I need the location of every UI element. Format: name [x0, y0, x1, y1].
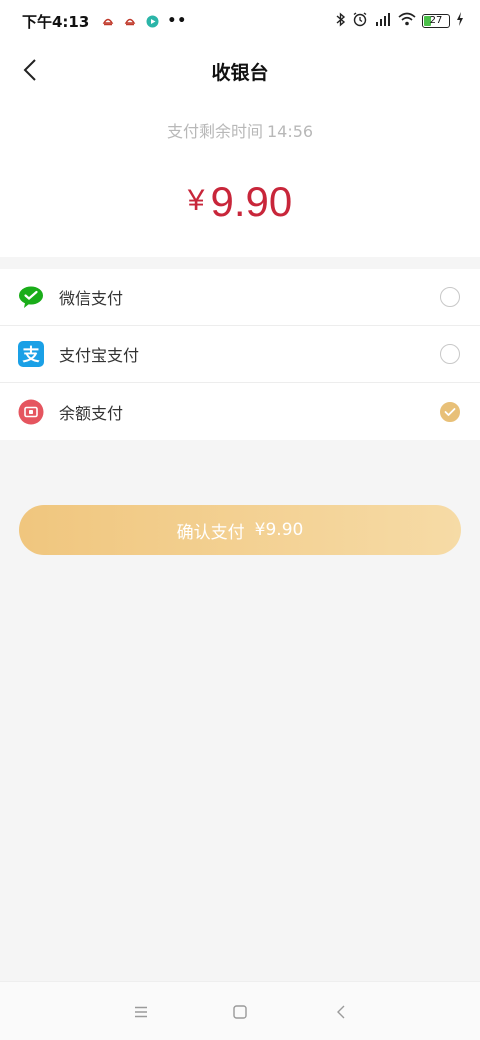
status-time: 下午4:13: [22, 12, 90, 31]
countdown-label: 支付剩余时间: [166, 122, 263, 141]
bluetooth-icon: [336, 11, 346, 31]
alipay-icon: 支: [18, 341, 44, 367]
play-icon: [145, 14, 159, 28]
balance-icon: [18, 399, 44, 425]
back-nav-button[interactable]: [329, 1000, 353, 1024]
wechat-pay-icon: [18, 284, 44, 310]
charging-icon: [456, 12, 464, 30]
more-notifications: ••: [167, 13, 188, 29]
header: 收银台: [0, 42, 480, 100]
method-balance-pay[interactable]: 余额支付: [0, 383, 480, 440]
amount-section: 支付剩余时间 14:56 ¥9.90: [0, 100, 480, 257]
payment-amount: ¥9.90: [0, 178, 480, 226]
method-label: 支付宝支付: [59, 346, 140, 365]
page-title: 收银台: [211, 62, 269, 84]
back-triangle-icon: [337, 1005, 345, 1019]
method-alipay[interactable]: 支 支付宝支付: [0, 326, 480, 383]
home-button[interactable]: [228, 1000, 252, 1024]
notification-icon: [101, 14, 115, 28]
battery-level: 27: [429, 15, 443, 26]
system-nav-bar: [0, 981, 480, 1040]
battery-icon: 27: [422, 14, 450, 28]
amount-value: 9.90: [210, 178, 293, 225]
radio-unchecked[interactable]: [440, 344, 460, 364]
countdown: 支付剩余时间 14:56: [0, 118, 480, 142]
alarm-icon: [352, 11, 368, 31]
confirm-label: 确认支付: [176, 522, 245, 543]
currency-symbol: ¥: [187, 184, 205, 217]
method-label: 微信支付: [59, 289, 124, 308]
confirm-amount: ¥9.90: [254, 520, 304, 540]
svg-text:支: 支: [23, 345, 41, 366]
radio-unchecked[interactable]: [440, 287, 460, 307]
wifi-icon: [398, 12, 416, 30]
countdown-time: 14:56: [266, 122, 314, 141]
payment-methods: 微信支付 支 支付宝支付 余额支付: [0, 269, 480, 440]
method-label: 余额支付: [59, 403, 124, 423]
menu-icon: [135, 1006, 147, 1018]
menu-button[interactable]: [129, 1000, 153, 1024]
home-square-icon: [233, 1005, 247, 1019]
check-icon: [444, 407, 456, 416]
notification-icon: [123, 14, 137, 28]
signal-icon: [374, 12, 392, 30]
method-wechat-pay[interactable]: 微信支付: [0, 269, 480, 326]
radio-checked[interactable]: [440, 401, 460, 422]
confirm-payment-button[interactable]: 确认支付 ¥9.90: [19, 505, 461, 555]
status-bar: 下午4:13 •• 27: [0, 0, 480, 42]
